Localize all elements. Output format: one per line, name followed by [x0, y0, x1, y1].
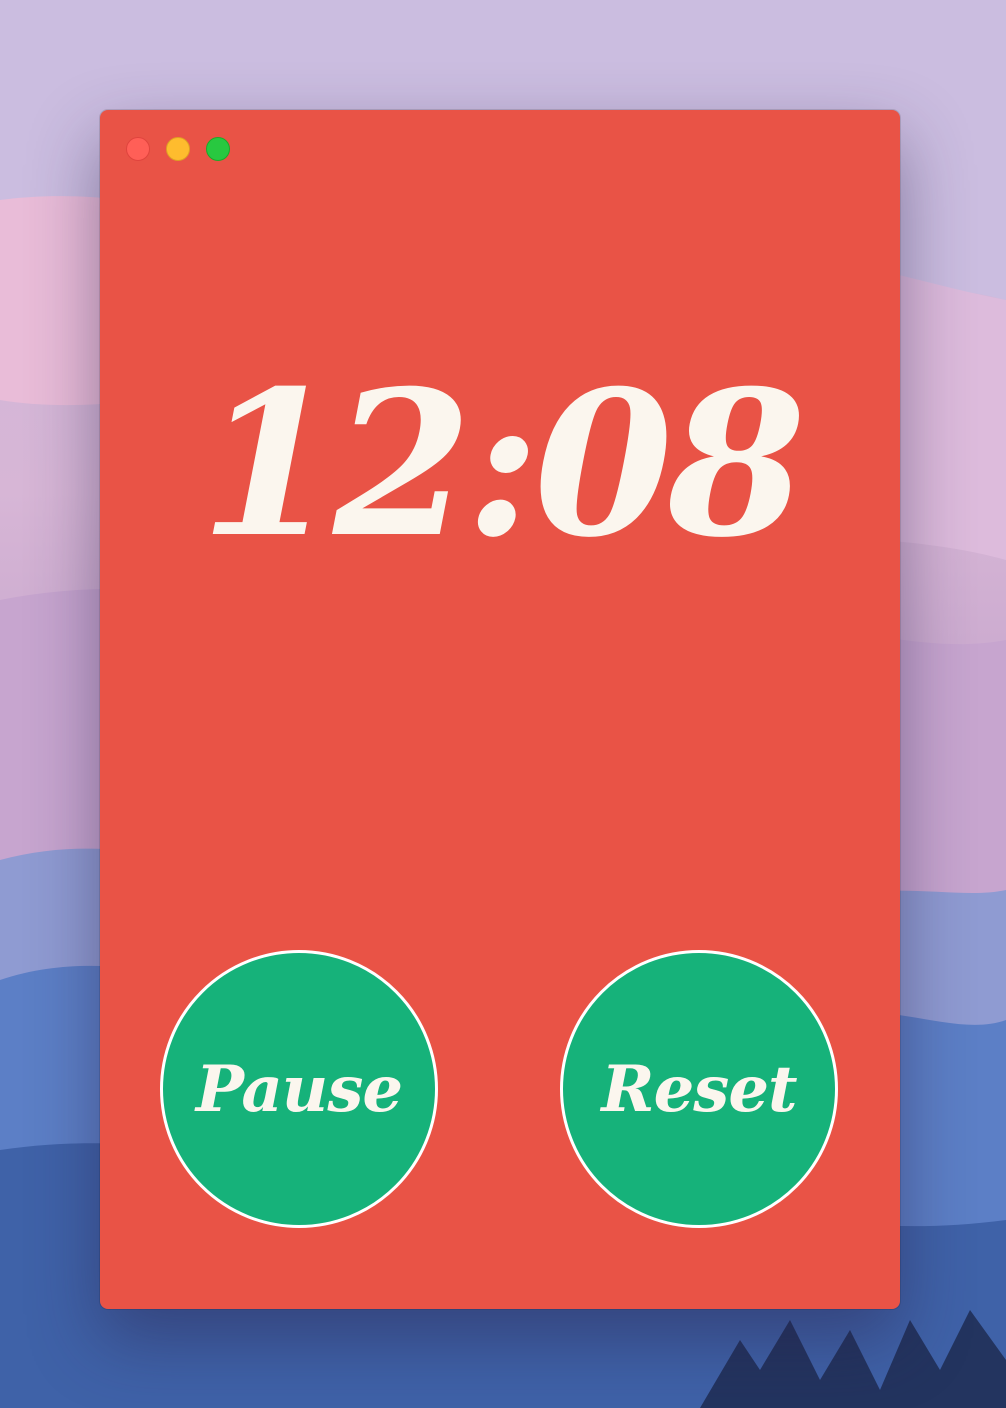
reset-button[interactable]: Reset	[560, 950, 838, 1228]
close-window-button[interactable]	[126, 137, 150, 161]
timer-display: 12:08	[199, 347, 806, 582]
maximize-window-button[interactable]	[206, 137, 230, 161]
pause-button[interactable]: Pause	[160, 950, 438, 1228]
timer-app-window: 12:08 Pause Reset	[100, 110, 900, 1309]
minimize-window-button[interactable]	[166, 137, 190, 161]
window-traffic-lights	[126, 137, 230, 161]
